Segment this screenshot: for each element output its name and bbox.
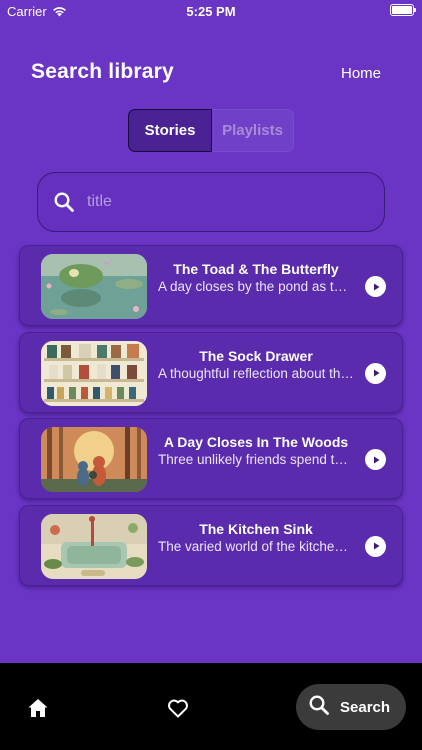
thumbnail-kitchen-sink xyxy=(41,513,147,579)
story-text: The Sock Drawer A thoughtful reflection … xyxy=(158,348,354,381)
story-description: A day closes by the pond as the toad and… xyxy=(158,279,354,294)
home-link[interactable]: Home xyxy=(341,65,381,82)
search-icon xyxy=(51,189,77,215)
story-title: The Sock Drawer xyxy=(199,347,313,364)
story-card-toad[interactable]: The Toad & The Butterfly A day closes by… xyxy=(19,245,403,326)
tab-bar: Search xyxy=(0,663,422,750)
story-card-kitchen-sink[interactable]: The Kitchen Sink The varied world of the… xyxy=(19,504,403,586)
heart-icon[interactable] xyxy=(166,696,190,720)
story-text: The Toad & The Butterfly A day closes by… xyxy=(158,261,354,294)
play-icon[interactable] xyxy=(365,276,386,297)
story-card-sock-drawer[interactable]: The Sock Drawer A thoughtful reflection … xyxy=(19,331,403,413)
tab-search[interactable]: Search xyxy=(296,684,406,730)
story-text: The Kitchen Sink The varied world of the… xyxy=(158,521,354,554)
play-icon[interactable] xyxy=(365,449,386,470)
battery-icon xyxy=(390,4,416,16)
tab-playlists[interactable]: Playlists xyxy=(212,109,294,152)
story-list: The Toad & The Butterfly A day closes by… xyxy=(19,245,403,591)
home-icon[interactable] xyxy=(26,696,50,720)
story-title: The Toad & The Butterfly xyxy=(173,261,339,277)
story-title: The Kitchen Sink xyxy=(199,520,313,537)
tab-search-label: Search xyxy=(340,698,391,716)
status-bar: Carrier 5:25 PM xyxy=(0,0,422,22)
header: Search library Home xyxy=(31,60,381,88)
story-card-woods[interactable]: A Day Closes In The Woods Three unlikely… xyxy=(19,418,403,499)
tab-stories[interactable]: Stories xyxy=(128,109,212,152)
thumbnail-forest-friends xyxy=(41,427,147,492)
story-description: Three unlikely friends spend the evening… xyxy=(158,452,354,467)
status-time: 5:25 PM xyxy=(186,4,236,19)
story-text: A Day Closes In The Woods Three unlikely… xyxy=(158,434,354,467)
story-description: The varied world of the kitchen sink and… xyxy=(158,538,354,554)
search-input[interactable] xyxy=(87,193,337,211)
search-box[interactable] xyxy=(37,172,385,232)
thumbnail-sock-shelves xyxy=(41,340,147,406)
story-description: A thoughtful reflection about the socks … xyxy=(158,365,354,381)
status-right xyxy=(390,4,416,16)
story-title: A Day Closes In The Woods xyxy=(163,434,349,450)
search-icon xyxy=(308,694,330,721)
play-icon[interactable] xyxy=(365,535,386,557)
thumbnail-toad-pond xyxy=(41,254,147,319)
segmented-control: Stories Playlists xyxy=(128,109,294,152)
play-icon[interactable] xyxy=(365,362,386,384)
page-title: Search library xyxy=(31,60,174,83)
